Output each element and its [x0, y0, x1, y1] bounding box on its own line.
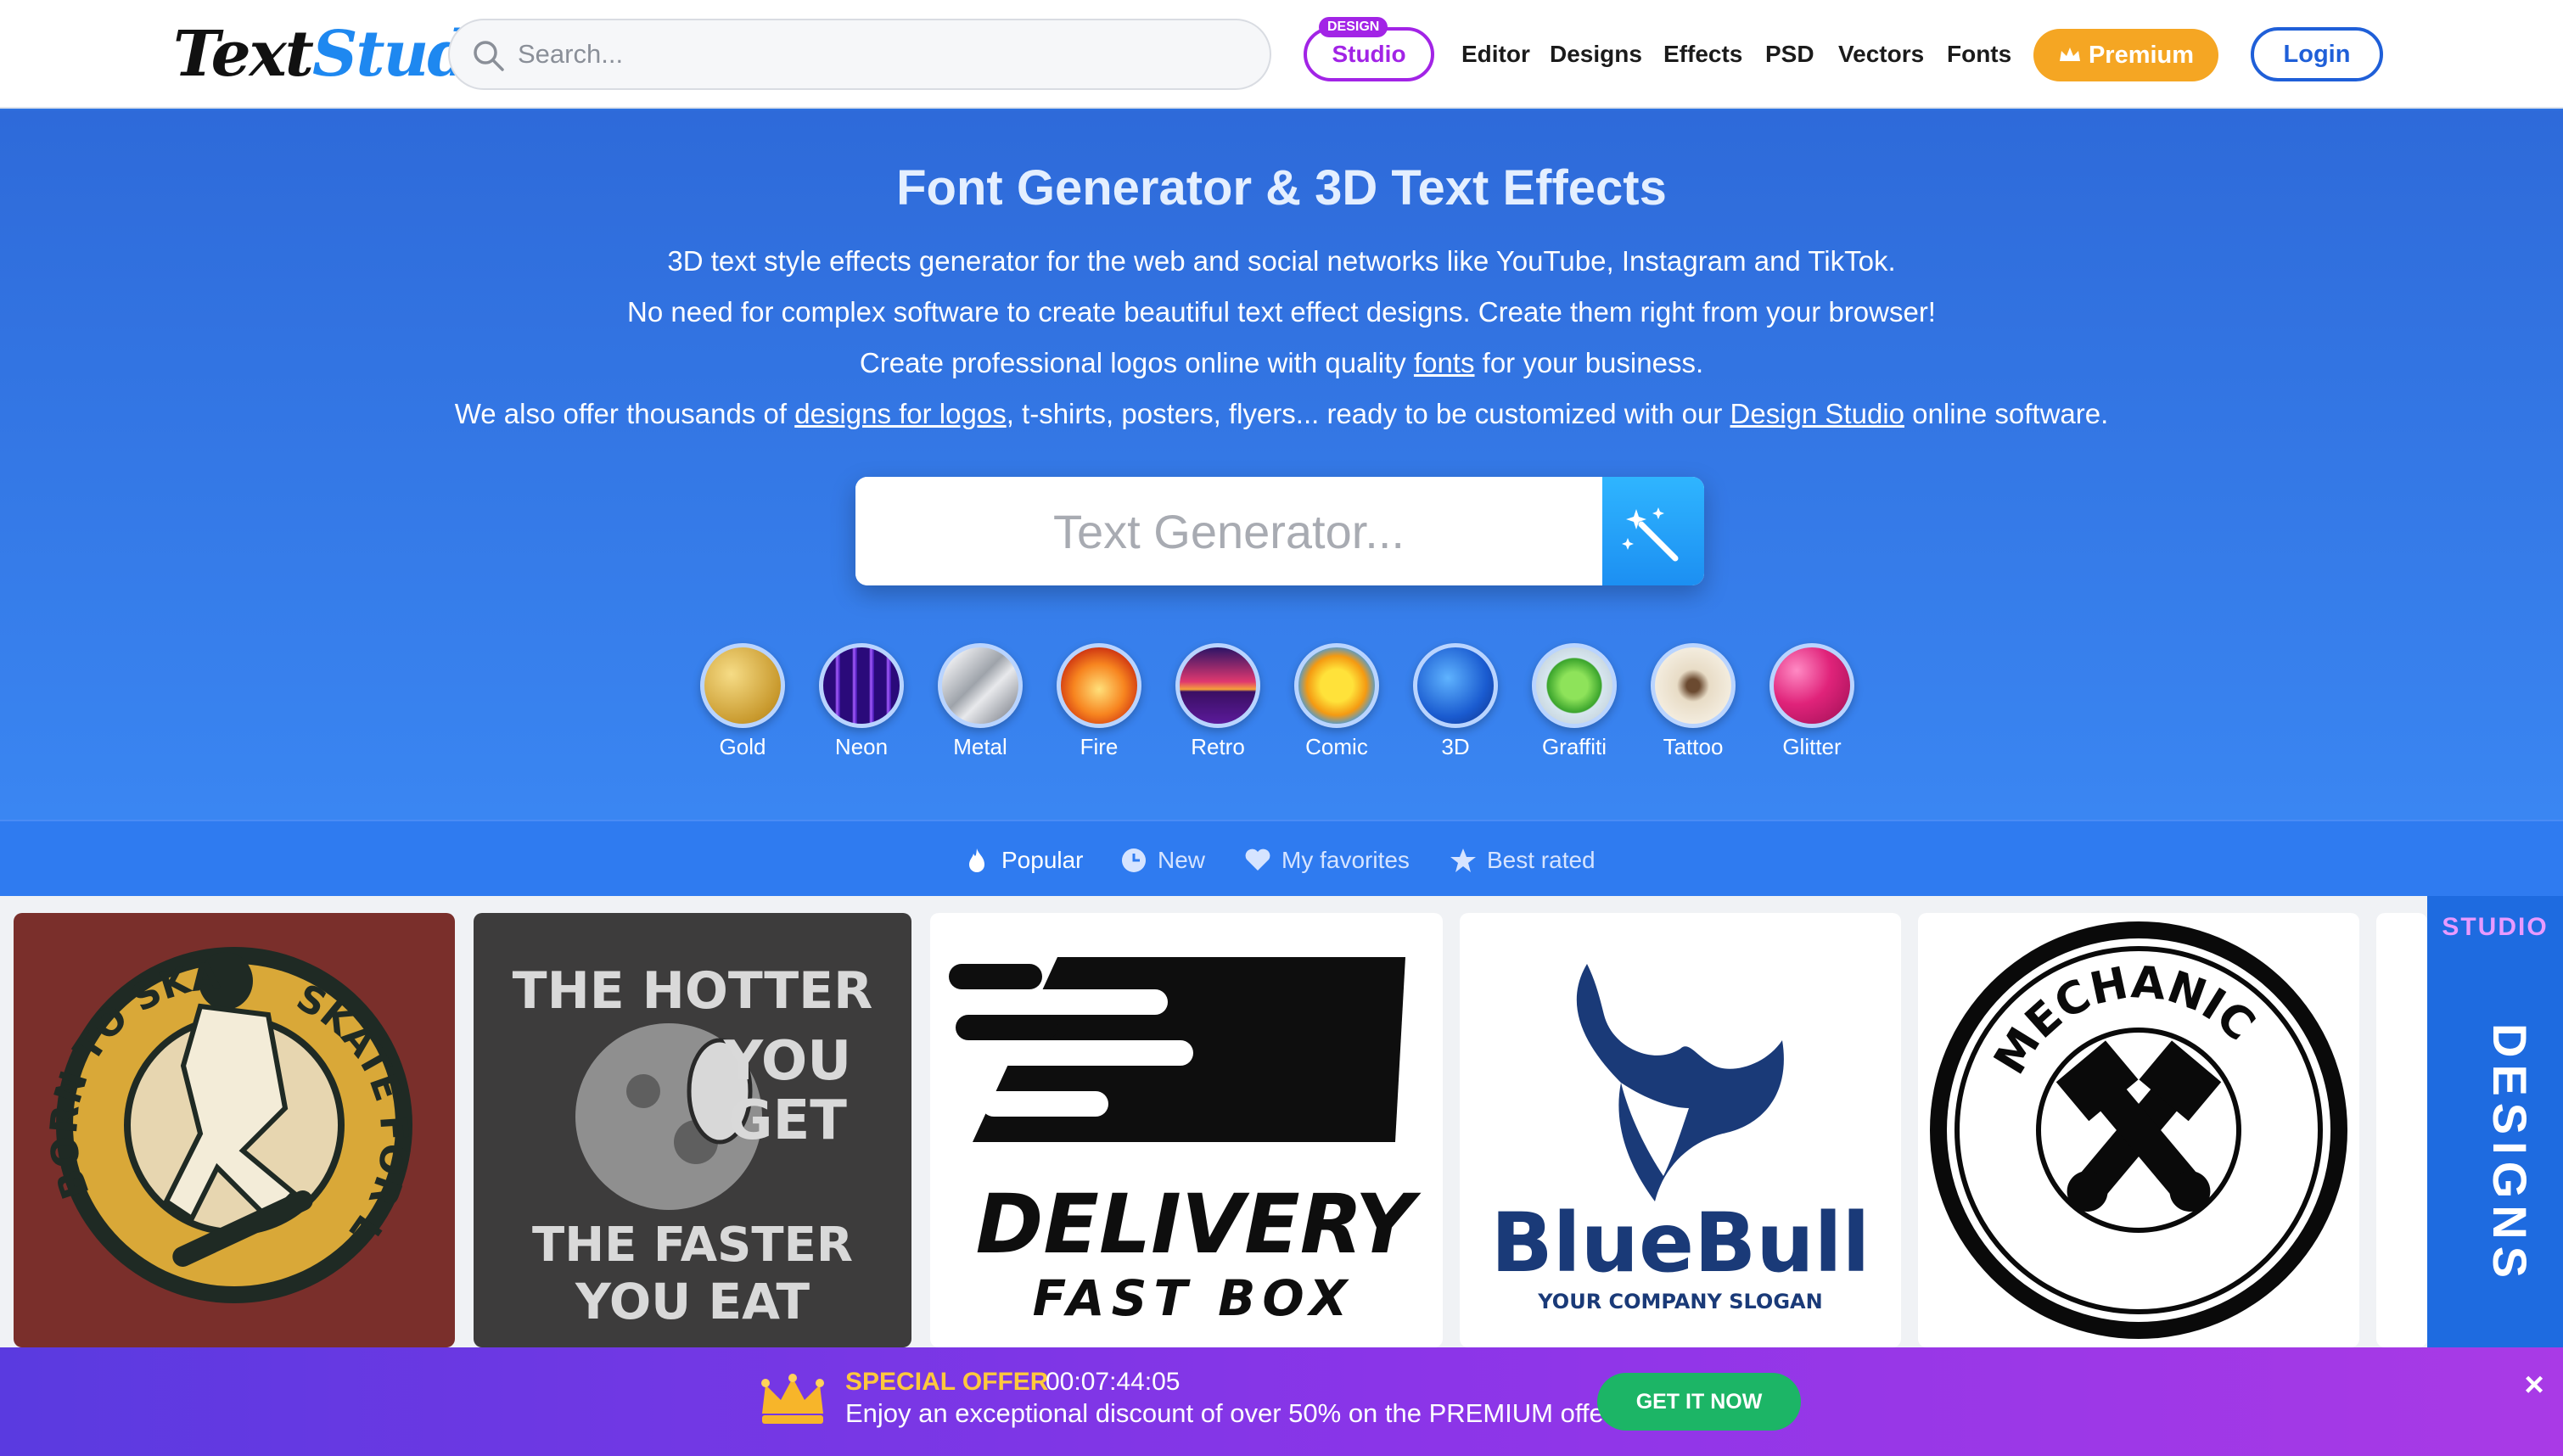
offer-description: Enjoy an exceptional discount of over 50…: [845, 1398, 1620, 1428]
style-gold[interactable]: Gold: [696, 643, 789, 760]
design-card-mechanic[interactable]: MECHANIC: [1918, 913, 2359, 1347]
style-retro[interactable]: Retro: [1171, 643, 1265, 760]
bluebull-design-image: BlueBull YOUR COMPANY SLOGAN: [1491, 964, 1870, 1313]
delivery-subtitle: FAST BOX: [1033, 1269, 1354, 1327]
offer-title: SPECIAL OFFER: [845, 1368, 1049, 1396]
offer-countdown: 00:07:44:05: [1046, 1368, 1181, 1396]
tab-best-rated[interactable]: Best rated: [1450, 845, 1596, 876]
neon-texture-icon: [819, 643, 904, 728]
side-designs-label: DESIGNS: [2483, 1023, 2537, 1285]
comic-texture-icon: [1294, 643, 1379, 728]
style-presets: Gold Neon Metal Fire Retro Comic 3D Graf…: [696, 643, 1884, 779]
style-3d[interactable]: 3D: [1409, 643, 1502, 760]
style-neon[interactable]: Neon: [815, 643, 908, 760]
text-generator-input[interactable]: [855, 477, 1602, 585]
nav-vectors[interactable]: Vectors: [1838, 37, 1924, 71]
design-studio-link[interactable]: Design Studio: [1730, 398, 1904, 429]
generate-button[interactable]: [1602, 477, 1704, 585]
design-card-bluebull[interactable]: BlueBull YOUR COMPANY SLOGAN: [1460, 913, 1901, 1347]
hotter-line-5: YOU EAT: [575, 1273, 810, 1330]
hotter-design-image: THE HOTTER YOU GET THE FASTER YOU EAT: [513, 961, 873, 1330]
login-button[interactable]: Login: [2251, 27, 2383, 81]
search-bar: [448, 19, 1271, 90]
hero-line-3: Create professional logos online with qu…: [859, 347, 1704, 378]
close-icon[interactable]: ×: [2517, 1368, 2551, 1402]
design-studio-button[interactable]: DESIGN Studio: [1304, 17, 1434, 81]
search-input[interactable]: [518, 32, 1248, 76]
design-gallery: BORN TO SKATE SKATE FOR LIFE THE HOTTER …: [0, 896, 2563, 1347]
heart-icon: [1245, 848, 1270, 871]
nav-effects[interactable]: Effects: [1663, 37, 1742, 71]
top-header: TextStudio DESIGN Studio Editor Designs …: [0, 0, 2563, 109]
fire-texture-icon: [1057, 643, 1141, 728]
style-fire[interactable]: Fire: [1052, 643, 1146, 760]
style-metal[interactable]: Metal: [934, 643, 1027, 760]
hero-line-1: 3D text style effects generator for the …: [667, 245, 1896, 277]
retro-texture-icon: [1175, 643, 1260, 728]
hero-section: Font Generator & 3D Text Effects 3D text…: [0, 110, 2563, 820]
metal-texture-icon: [938, 643, 1023, 728]
nav-designs[interactable]: Designs: [1550, 37, 1642, 71]
premium-button[interactable]: Premium: [2033, 29, 2218, 81]
star-icon: [1450, 848, 1476, 872]
design-card-delivery[interactable]: DELIVERY FAST BOX: [930, 913, 1443, 1347]
tab-my-favorites[interactable]: My favorites: [1244, 845, 1410, 876]
clock-icon: [1122, 848, 1146, 872]
page-title: Font Generator & 3D Text Effects: [896, 160, 1667, 216]
bluebull-name: BlueBull: [1491, 1196, 1870, 1291]
style-tattoo[interactable]: Tattoo: [1646, 643, 1740, 760]
crown-icon: [2059, 48, 2080, 61]
crown-icon: [761, 1374, 824, 1424]
nav-psd[interactable]: PSD: [1765, 37, 1814, 71]
style-graffiti[interactable]: Graffiti: [1528, 643, 1621, 760]
magic-wand-icon: [1622, 507, 1679, 562]
special-offer-banner: SPECIAL OFFER 00:07:44:05 Enjoy an excep…: [0, 1347, 2563, 1456]
design-card-hotter[interactable]: THE HOTTER YOU GET THE FASTER YOU EAT: [474, 913, 911, 1347]
fonts-link[interactable]: fonts: [1414, 347, 1475, 378]
hotter-line-3: GET: [728, 1089, 847, 1152]
design-badge: DESIGN: [1319, 17, 1388, 37]
studio-designs-side-tab[interactable]: STUDIO DESIGNS: [2427, 896, 2563, 1347]
mechanic-design-image: MECHANIC: [1930, 921, 2347, 1339]
search-icon: [474, 41, 504, 71]
style-comic[interactable]: Comic: [1290, 643, 1383, 760]
gold-texture-icon: [700, 643, 785, 728]
design-card-partial[interactable]: [2376, 913, 2427, 1347]
get-it-now-button[interactable]: GET IT NOW: [1597, 1373, 1801, 1431]
hotter-line-2: YOU: [723, 1030, 851, 1093]
tattoo-texture-icon: [1651, 643, 1736, 728]
graffiti-texture-icon: [1532, 643, 1617, 728]
hotter-line-4: THE FASTER: [532, 1218, 853, 1273]
design-card-skate[interactable]: BORN TO SKATE SKATE FOR LIFE: [14, 913, 455, 1347]
3d-texture-icon: [1413, 643, 1498, 728]
flame-icon: [969, 848, 984, 872]
style-glitter[interactable]: Glitter: [1765, 643, 1859, 760]
glitter-texture-icon: [1769, 643, 1854, 728]
hotter-line-1: THE HOTTER: [513, 961, 873, 1021]
side-studio-label: STUDIO: [2442, 913, 2549, 941]
bluebull-slogan: YOUR COMPANY SLOGAN: [1537, 1290, 1822, 1313]
designs-for-logos-link[interactable]: designs for logos: [794, 398, 1006, 429]
delivery-title: DELIVERY: [976, 1177, 1422, 1272]
hero-line-2: No need for complex software to create b…: [627, 296, 1936, 328]
nav-fonts[interactable]: Fonts: [1947, 37, 2011, 71]
tab-popular[interactable]: Popular: [964, 845, 1084, 876]
sort-tabs: Popular New My favorites Best rated: [0, 820, 2563, 896]
skate-design-image: BORN TO SKATE SKATE FOR LIFE: [14, 913, 416, 1303]
hero-line-4: We also offer thousands of designs for l…: [454, 398, 2109, 429]
nav-editor[interactable]: Editor: [1461, 37, 1530, 71]
text-generator: [855, 477, 1704, 585]
tab-new[interactable]: New: [1120, 845, 1205, 876]
delivery-design-image: DELIVERY FAST BOX: [949, 957, 1422, 1327]
